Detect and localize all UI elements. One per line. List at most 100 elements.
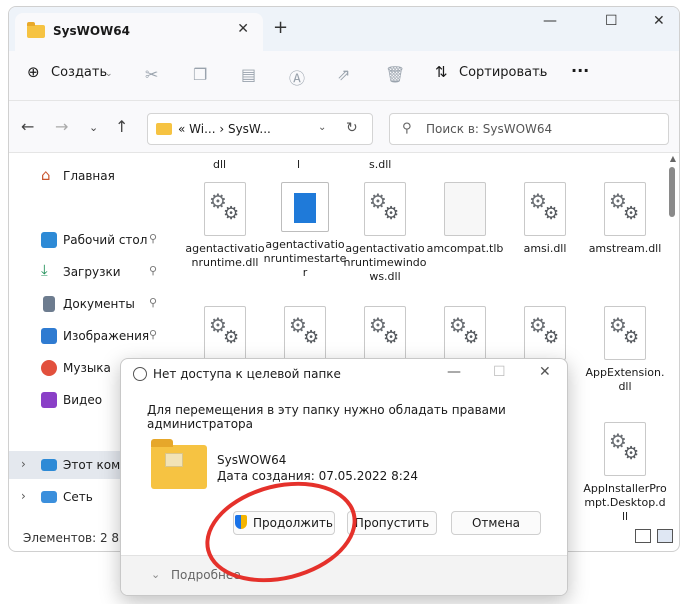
file-item[interactable]: ⚙ ⚙ amstream.dll xyxy=(583,182,667,256)
pictures-icon xyxy=(41,328,57,344)
pin-icon: ⚲ xyxy=(149,264,158,277)
cancel-button[interactable]: Отмена xyxy=(451,511,541,535)
sidebar-item-label: Загрузки xyxy=(63,265,121,279)
sidebar-item-pictures[interactable]: Изображения ⚲ xyxy=(9,322,167,350)
up-arrow-icon[interactable]: ↑ xyxy=(115,117,128,136)
chevron-down-icon[interactable]: ⌄ xyxy=(318,122,326,133)
minimize-button[interactable]: — xyxy=(543,13,557,29)
sidebar-item-label: Изображения xyxy=(63,329,150,343)
file-name: agentactivationruntimestarter xyxy=(263,238,347,279)
copy-icon[interactable]: ❐ xyxy=(193,65,207,84)
create-button[interactable]: Создать xyxy=(51,65,107,80)
file-item[interactable]: ⚙ ⚙ xyxy=(263,306,347,360)
dll-gear-icon: ⚙ ⚙ xyxy=(604,306,646,360)
file-item[interactable]: ⚙ ⚙ AppInstallerPrompt.Desktop.dll xyxy=(583,422,667,524)
file-name: AppExtension.dll xyxy=(585,366,665,393)
dll-gear-icon: ⚙ ⚙ xyxy=(284,306,326,360)
rename-icon[interactable]: Ⓐ xyxy=(289,65,305,89)
dll-gear-icon: ⚙ ⚙ xyxy=(524,306,566,360)
file-name: amsi.dll xyxy=(523,242,567,255)
file-item[interactable]: agentactivationruntimestarter xyxy=(263,182,347,280)
details-view-icon[interactable] xyxy=(635,529,651,543)
address-box[interactable]: « Wi... › SysW... ⌄ ↻ xyxy=(147,113,373,145)
chevron-right-icon[interactable]: › xyxy=(21,457,26,471)
dll-gear-icon: ⚙ ⚙ xyxy=(604,182,646,236)
dialog-close-button[interactable]: ✕ xyxy=(539,364,551,380)
new-tab-button[interactable]: + xyxy=(273,17,288,38)
app-icon xyxy=(281,182,329,232)
plus-circle-icon: ⊕ xyxy=(27,63,40,81)
breadcrumb[interactable]: « Wi... › SysW... xyxy=(178,122,271,136)
dialog-folder-date: Дата создания: 07.05.2022 8:24 xyxy=(217,469,419,483)
sidebar-item-label: Главная xyxy=(63,169,115,183)
chevron-down-icon[interactable]: ⌄ xyxy=(105,69,113,79)
search-icon: ⚲ xyxy=(402,121,412,136)
file-name: AppInstallerPrompt.Desktop.dll xyxy=(583,482,667,523)
close-button[interactable]: ✕ xyxy=(653,13,665,29)
file-item[interactable]: ⚙ ⚙ AppExtension.dll xyxy=(583,306,667,394)
desktop-icon xyxy=(41,232,57,248)
sort-button[interactable]: Сортировать xyxy=(459,65,547,80)
clock-icon xyxy=(133,367,147,381)
videos-icon xyxy=(41,392,57,408)
search-input[interactable]: Поиск в: SysWOW64 xyxy=(426,122,552,136)
tiles-view-icon[interactable] xyxy=(657,529,673,543)
file-name-partial[interactable]: l xyxy=(297,158,300,171)
cut-icon[interactable]: ✂ xyxy=(145,65,158,84)
documents-icon xyxy=(43,296,55,312)
skip-button[interactable]: Пропустить xyxy=(347,511,437,535)
sidebar-item-desktop[interactable]: Рабочий стол ⚲ xyxy=(9,226,167,254)
paste-icon[interactable]: ▤ xyxy=(241,65,256,84)
chevron-down-icon[interactable]: ⌄ xyxy=(151,568,160,581)
file-name-partial[interactable]: dll xyxy=(213,158,226,171)
file-item[interactable]: ⚙ ⚙ amsi.dll xyxy=(503,182,587,256)
dll-gear-icon: ⚙ ⚙ xyxy=(204,306,246,360)
maximize-button[interactable]: ☐ xyxy=(605,13,618,29)
chevron-right-icon[interactable]: › xyxy=(21,489,26,503)
file-name: agentactivationruntime.dll xyxy=(185,242,265,269)
continue-label: Продолжить xyxy=(253,516,333,530)
uac-shield-icon xyxy=(235,515,248,529)
refresh-icon[interactable]: ↻ xyxy=(346,120,358,136)
file-item[interactable]: amcompat.tlb xyxy=(423,182,507,256)
file-item[interactable]: ⚙ ⚙ xyxy=(183,306,267,360)
sidebar-item-label: Видео xyxy=(63,393,103,407)
tab-close-button[interactable]: ✕ xyxy=(237,21,249,37)
search-box[interactable]: ⚲ Поиск в: SysWOW64 xyxy=(389,113,669,145)
dialog-folder-name: SysWOW64 xyxy=(217,453,287,467)
sidebar-item-downloads[interactable]: ⤓ Загрузки ⚲ xyxy=(9,258,167,286)
pin-icon: ⚲ xyxy=(149,296,158,309)
file-item[interactable]: ⚙ ⚙ agentactivationruntimewindows.dll xyxy=(343,182,427,284)
sidebar-item-home[interactable]: ⌂ Главная xyxy=(9,162,167,190)
scroll-up-arrow-icon[interactable]: ▲ xyxy=(670,154,676,163)
vertical-scrollbar[interactable] xyxy=(669,167,675,217)
download-icon: ⤓ xyxy=(41,261,48,279)
sidebar-item-label: Музыка xyxy=(63,361,111,375)
recent-chevron-icon[interactable]: ⌄ xyxy=(89,121,98,134)
continue-button[interactable]: Продолжить xyxy=(233,511,335,535)
music-icon xyxy=(41,360,57,376)
share-icon[interactable]: ⇗ xyxy=(337,65,350,84)
home-icon: ⌂ xyxy=(41,166,51,184)
dll-gear-icon: ⚙ ⚙ xyxy=(604,422,646,476)
sidebar-item-documents[interactable]: Документы ⚲ xyxy=(9,290,167,318)
network-icon xyxy=(41,491,57,503)
access-denied-dialog: Нет доступа к целевой папке — ☐ ✕ Для пе… xyxy=(120,358,568,596)
file-item[interactable]: ⚙ ⚙ agentactivationruntime.dll xyxy=(183,182,267,270)
file-name-partial[interactable]: s.dll xyxy=(369,158,391,171)
file-item[interactable]: ⚙ ⚙ xyxy=(423,306,507,360)
delete-icon[interactable]: 🗑 xyxy=(385,65,405,84)
back-arrow-icon[interactable]: ← xyxy=(21,117,34,136)
file-item[interactable]: ⚙ ⚙ xyxy=(343,306,427,360)
chevron-down-icon[interactable]: ⌄ xyxy=(537,69,545,79)
pin-icon: ⚲ xyxy=(149,328,158,341)
folder-icon xyxy=(151,439,207,489)
address-bar-row: ← → ⌄ ↑ « Wi... › SysW... ⌄ ↻ ⚲ Поиск в:… xyxy=(9,101,679,153)
file-item[interactable]: ⚙ ⚙ xyxy=(503,306,587,360)
sidebar-item-label: Документы xyxy=(63,297,135,311)
more-details-toggle[interactable]: Подробнее xyxy=(171,568,241,582)
forward-arrow-icon[interactable]: → xyxy=(55,117,68,136)
tab-syswow64[interactable]: SysWOW64 ✕ xyxy=(15,13,263,51)
more-options-button[interactable]: ··· xyxy=(571,61,589,80)
dialog-minimize-button[interactable]: — xyxy=(447,364,461,380)
